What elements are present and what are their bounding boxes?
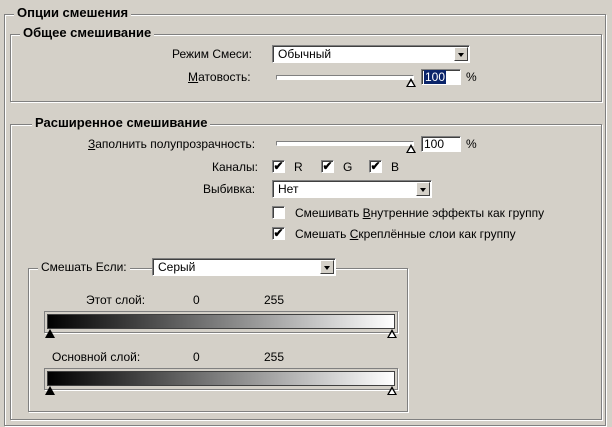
- underlying-layer-black-slider[interactable]: [45, 386, 55, 395]
- blend-mode-label: Режим Смеси:: [172, 47, 252, 61]
- blend-mode-select[interactable]: Обычный: [272, 45, 470, 63]
- blend-interior-effects-label[interactable]: Смешивать Внутренние эффекты как группу: [295, 206, 544, 220]
- blend-if-label: Смешать Если:: [38, 260, 130, 274]
- opacity-value: 100: [424, 70, 447, 84]
- chevron-down-icon[interactable]: [320, 260, 334, 274]
- knockout-value: Нет: [278, 182, 299, 196]
- blend-clipped-layers-label[interactable]: Смешать Скреплённые слои как группу: [295, 227, 516, 241]
- channel-r-label: R: [294, 160, 303, 174]
- opacity-input[interactable]: 100: [421, 69, 461, 85]
- channel-g-checkbox[interactable]: ✔: [321, 160, 334, 173]
- underlying-layer-high-value: 255: [264, 350, 285, 364]
- underlying-layer-label: Основной слой:: [52, 350, 141, 364]
- opacity-slider-thumb[interactable]: [406, 78, 416, 87]
- knockout-label: Выбивка:: [203, 182, 256, 196]
- this-layer-low-value: 0: [193, 293, 200, 307]
- channel-b-label: B: [391, 160, 400, 174]
- blending-options-title: Опции смешения: [14, 6, 132, 20]
- this-layer-high-value: 255: [264, 293, 285, 307]
- this-layer-black-slider[interactable]: [45, 329, 55, 338]
- channels-label: Каналы:: [212, 160, 258, 174]
- chevron-down-icon[interactable]: [416, 182, 430, 196]
- underlying-layer-low-value: 0: [193, 350, 200, 364]
- advanced-blending-title: Расширенное смешивание: [32, 116, 211, 130]
- blend-if-group: [28, 268, 408, 412]
- knockout-select[interactable]: Нет: [272, 180, 432, 198]
- channel-b-checkbox[interactable]: ✔: [369, 160, 382, 173]
- general-blending-title: Общее смешивание: [20, 26, 155, 40]
- fill-opacity-slider[interactable]: [276, 141, 414, 146]
- opacity-slider[interactable]: [276, 75, 414, 80]
- channel-r-checkbox[interactable]: ✔: [272, 160, 285, 173]
- blend-clipped-layers-checkbox[interactable]: ✔: [272, 227, 285, 240]
- fill-opacity-value: 100: [424, 137, 445, 151]
- blend-if-value: Серый: [158, 260, 196, 274]
- channel-g-label: G: [343, 160, 353, 174]
- opacity-unit: %: [466, 70, 477, 84]
- chevron-down-icon[interactable]: [454, 47, 468, 61]
- underlying-layer-gradient-bar: [47, 371, 395, 386]
- underlying-layer-white-slider[interactable]: [387, 386, 397, 395]
- this-layer-white-slider[interactable]: [387, 329, 397, 338]
- blend-interior-effects-checkbox[interactable]: [272, 206, 285, 219]
- fill-opacity-slider-thumb[interactable]: [406, 144, 416, 153]
- opacity-label: Матовость:: [188, 70, 251, 84]
- blend-mode-value: Обычный: [278, 47, 332, 61]
- blend-if-select[interactable]: Серый: [152, 258, 336, 276]
- fill-opacity-unit: %: [466, 137, 477, 151]
- fill-opacity-label: Заполнить полупрозрачность:: [88, 137, 256, 151]
- this-layer-gradient-bar: [47, 314, 395, 329]
- this-layer-label: Этот слой:: [86, 293, 146, 307]
- fill-opacity-input[interactable]: 100: [421, 136, 461, 152]
